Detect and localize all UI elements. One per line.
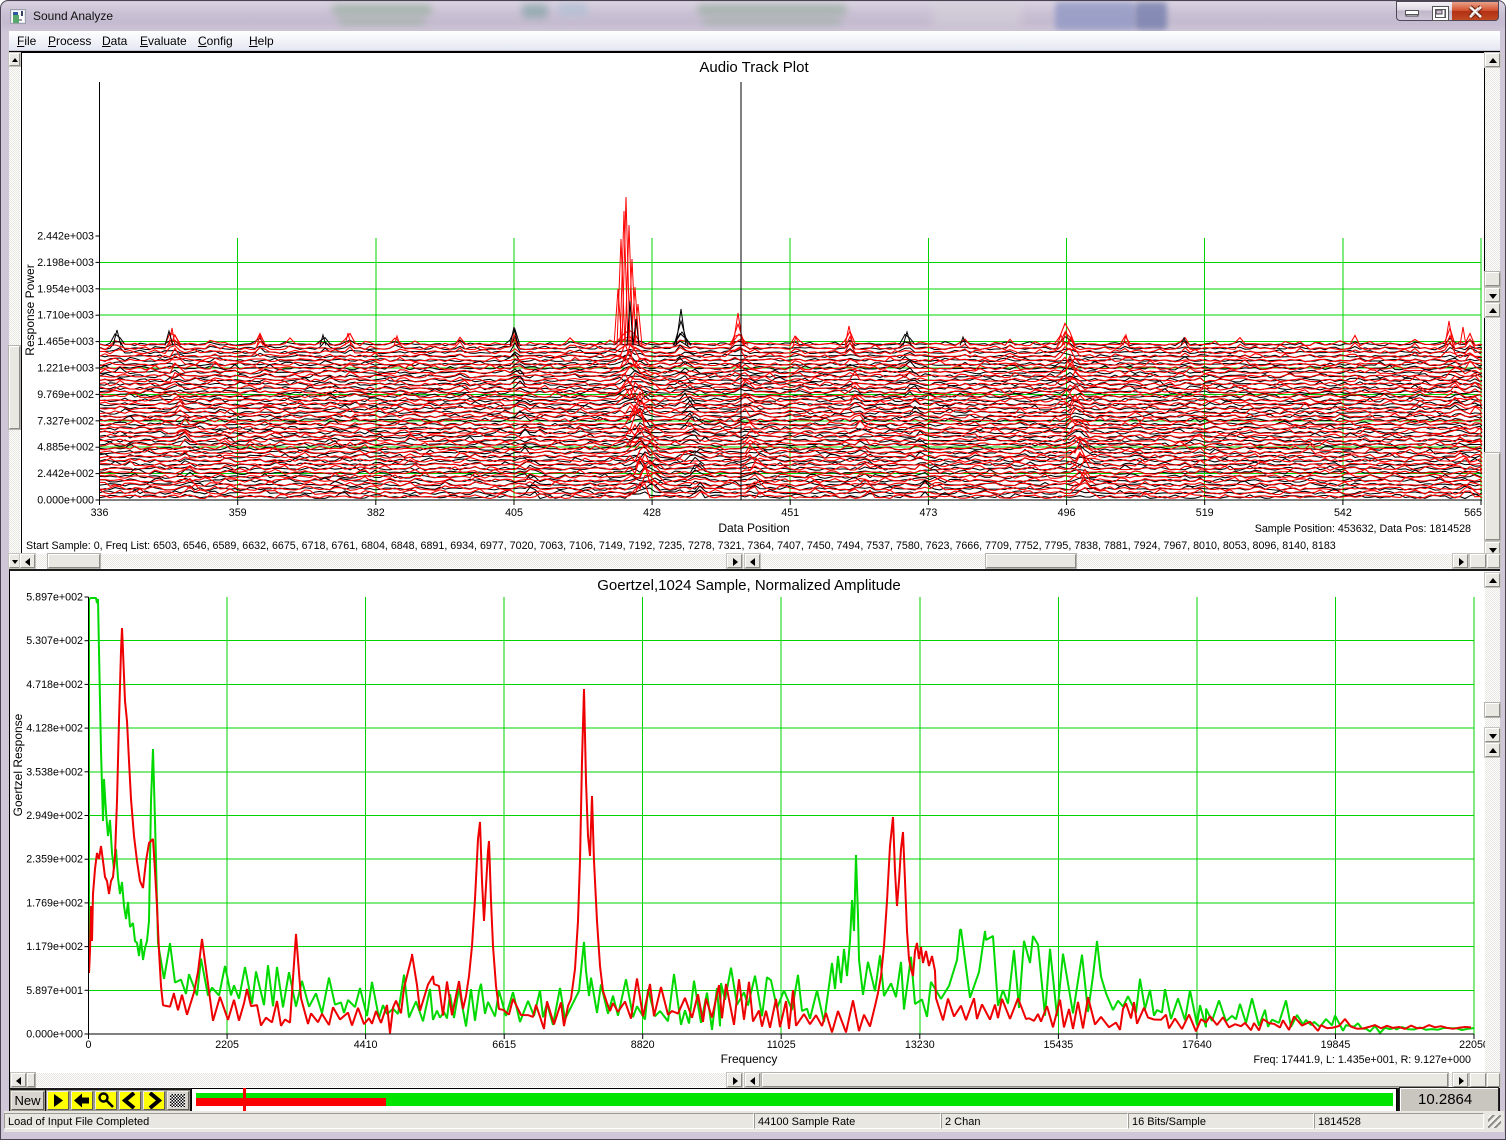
svg-text:542: 542 xyxy=(1334,507,1352,519)
svg-text:405: 405 xyxy=(505,507,523,519)
svg-text:1.710e+003: 1.710e+003 xyxy=(37,310,94,322)
svg-text:0: 0 xyxy=(86,1039,92,1051)
svg-text:359: 359 xyxy=(229,507,247,519)
svg-text:473: 473 xyxy=(919,507,937,519)
svg-text:2.442e+002: 2.442e+002 xyxy=(37,468,94,480)
svg-text:336: 336 xyxy=(91,507,109,519)
svg-text:Response Power: Response Power xyxy=(23,264,37,355)
svg-text:4.885e+002: 4.885e+002 xyxy=(37,442,94,454)
svg-text:4410: 4410 xyxy=(354,1039,378,1051)
svg-text:Frequency: Frequency xyxy=(721,1052,778,1066)
svg-text:382: 382 xyxy=(367,507,385,519)
svg-text:7.327e+002: 7.327e+002 xyxy=(37,415,94,427)
svg-text:Goertzel Response: Goertzel Response xyxy=(11,713,25,816)
svg-text:428: 428 xyxy=(643,507,661,519)
svg-text:1.954e+003: 1.954e+003 xyxy=(37,283,94,295)
svg-text:Goertzel,1024 Sample, Normaliz: Goertzel,1024 Sample, Normalized Amplitu… xyxy=(597,577,901,594)
svg-text:565: 565 xyxy=(1464,507,1482,519)
svg-text:19845: 19845 xyxy=(1321,1039,1351,1051)
svg-text:8820: 8820 xyxy=(631,1039,655,1051)
svg-text:496: 496 xyxy=(1058,507,1076,519)
svg-text:0.000e+000: 0.000e+000 xyxy=(37,495,94,507)
svg-text:Sample Position: 453632, Data: Sample Position: 453632, Data Pos: 18145… xyxy=(1255,523,1471,535)
svg-text:9.769e+002: 9.769e+002 xyxy=(37,389,94,401)
svg-text:451: 451 xyxy=(781,507,799,519)
svg-text:519: 519 xyxy=(1196,507,1214,519)
svg-text:4.128e+002: 4.128e+002 xyxy=(26,723,83,735)
svg-text:Data Position: Data Position xyxy=(718,521,789,535)
svg-text:2.359e+002: 2.359e+002 xyxy=(26,854,83,866)
svg-text:6615: 6615 xyxy=(492,1039,516,1051)
svg-text:5.897e+001: 5.897e+001 xyxy=(26,985,83,997)
svg-text:5.897e+002: 5.897e+002 xyxy=(26,592,83,604)
svg-text:1.221e+003: 1.221e+003 xyxy=(37,363,94,375)
svg-text:Freq: 17441.9, L: 1.435e+001,: Freq: 17441.9, L: 1.435e+001, R: 9.127e+… xyxy=(1254,1054,1472,1066)
svg-text:Start Sample: 0, Freq List: 65: Start Sample: 0, Freq List: 6503, 6546, … xyxy=(26,540,1336,552)
svg-text:4.718e+002: 4.718e+002 xyxy=(26,679,83,691)
svg-text:15435: 15435 xyxy=(1044,1039,1074,1051)
svg-text:Audio Track Plot: Audio Track Plot xyxy=(699,59,809,76)
svg-text:1.179e+002: 1.179e+002 xyxy=(26,941,83,953)
svg-text:2.198e+003: 2.198e+003 xyxy=(37,257,94,269)
svg-text:17640: 17640 xyxy=(1182,1039,1212,1051)
svg-text:2205: 2205 xyxy=(215,1039,239,1051)
svg-text:5.307e+002: 5.307e+002 xyxy=(26,635,83,647)
svg-text:11025: 11025 xyxy=(767,1039,796,1051)
svg-text:0.000e+000: 0.000e+000 xyxy=(26,1029,83,1041)
svg-text:1.465e+003: 1.465e+003 xyxy=(37,336,94,348)
svg-text:13230: 13230 xyxy=(905,1039,935,1051)
svg-text:1.769e+002: 1.769e+002 xyxy=(26,897,83,909)
svg-text:2.949e+002: 2.949e+002 xyxy=(26,810,83,822)
svg-text:2.442e+003: 2.442e+003 xyxy=(37,231,94,243)
svg-text:3.538e+002: 3.538e+002 xyxy=(26,766,83,778)
